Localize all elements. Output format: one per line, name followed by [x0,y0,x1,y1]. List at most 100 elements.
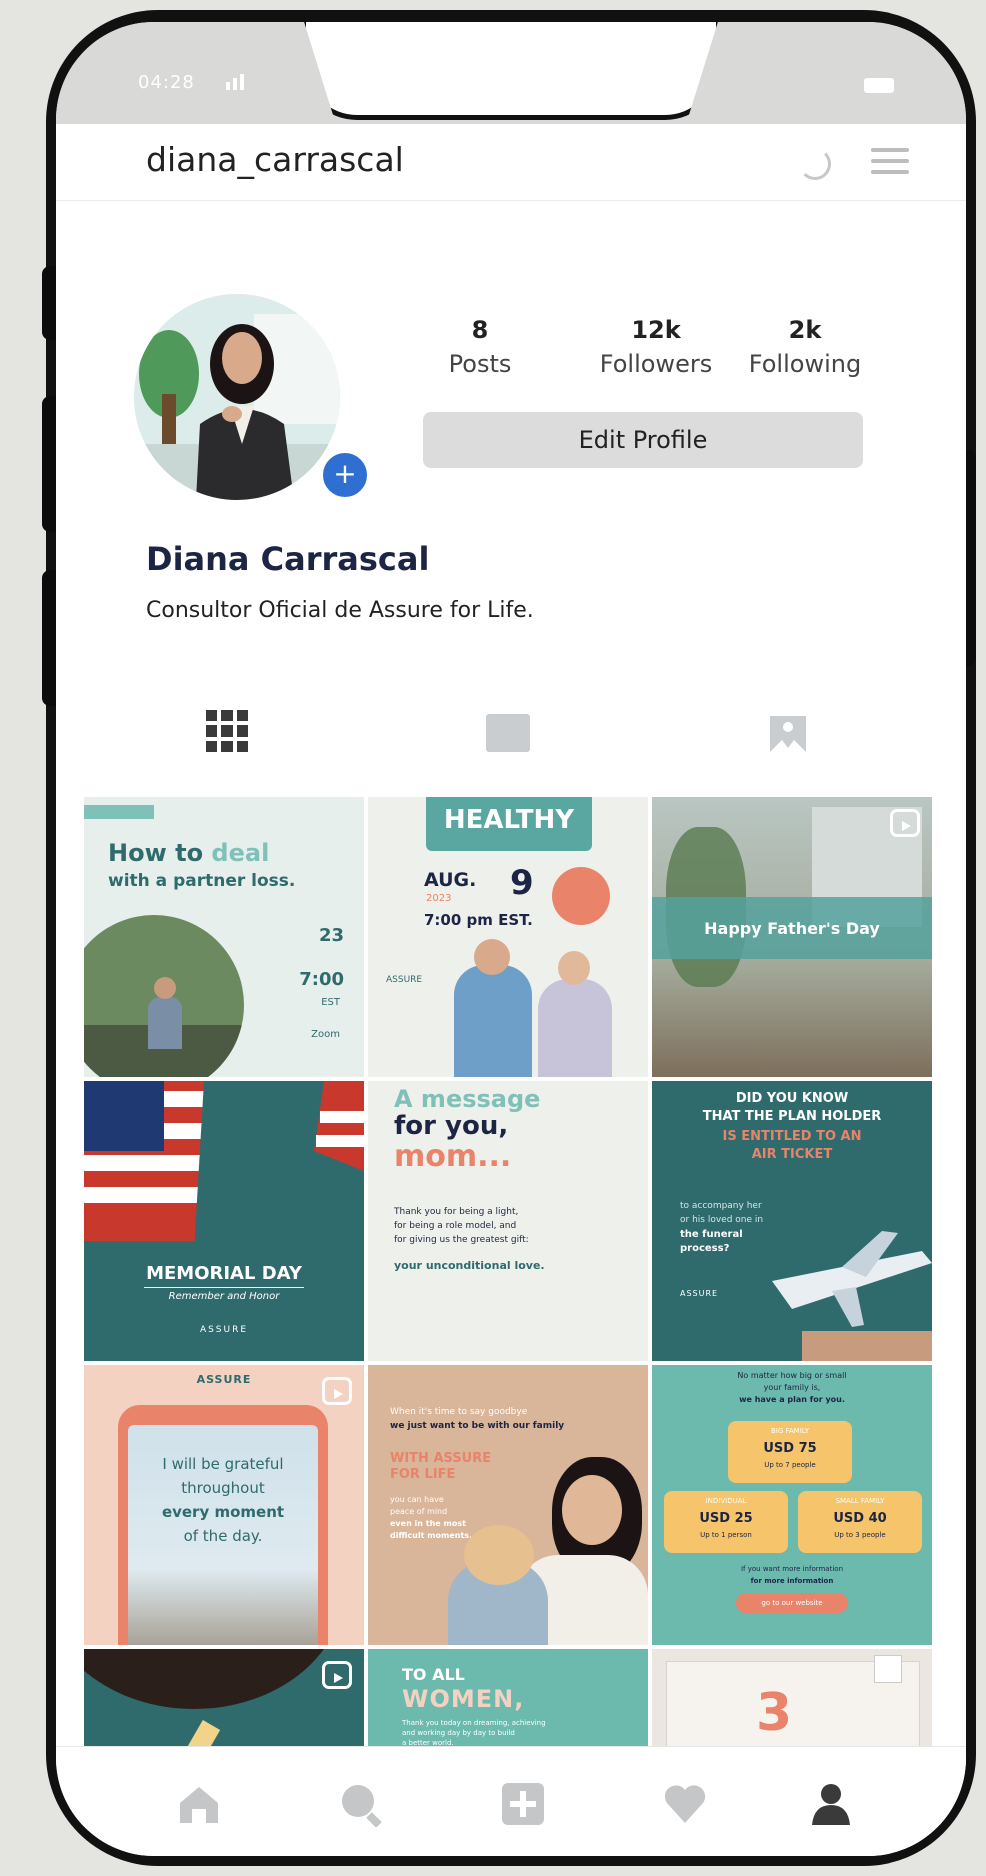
post-number: 3 [756,1683,793,1743]
post-person-face [562,1475,622,1545]
post-tag [84,805,154,819]
post-line2: we just want to be with our family [390,1421,565,1431]
post-brand: ASSURE [386,975,423,985]
post-zone: EST [321,997,340,1008]
notch [301,22,721,120]
plan-card-big-name: BIG FAMILY [770,1427,810,1435]
post-air-ticket[interactable]: DID YOU KNOW THAT THE PLAN HOLDER IS ENT… [652,1081,932,1361]
post-brand: ASSURE [199,1325,249,1335]
airplane-icon [772,1231,932,1361]
post-body4: difficult moments. [390,1531,473,1540]
post-time: 7:00 [299,969,344,990]
plan-card-individual-note: Up to 1 person [700,1531,752,1539]
post-child-head [464,1525,534,1585]
post-date: 23 [318,925,344,946]
post-title-part2: deal [211,839,270,867]
followers-count: 12k [631,316,681,344]
heart-icon[interactable] [662,1781,708,1827]
signal-icon [226,74,244,90]
posts-grid: How to deal with a partner loss. 23 7:00… [84,797,938,1856]
post-title: Happy Father's Day [704,919,880,938]
post-line2: WOMEN, [402,1685,525,1713]
menu-icon[interactable] [871,148,909,174]
battery-icon [864,78,894,93]
plan-card-big-note: Up to 7 people [764,1461,816,1469]
post-partner-loss[interactable]: How to deal with a partner loss. 23 7:00… [84,797,364,1077]
plan-card-small-note: Up to 3 people [834,1531,886,1539]
post-head3: we have a plan for you. [739,1395,845,1404]
post-foot1: If you want more information [740,1565,844,1573]
plan-card-individual-name: INDIVIDUAL [705,1497,747,1505]
post-divider [144,1287,304,1288]
post-highlight: your unconditional love. [394,1259,545,1272]
phone-screen: 04:28 diana_carrascal + 8 Posts 12k Foll… [56,22,966,1856]
post-body3: for giving us the greatest gift: [394,1235,529,1245]
posts-stat[interactable]: 8 Posts [430,316,530,378]
post-badge [552,867,610,925]
following-count: 2k [788,316,822,344]
add-post-icon[interactable] [500,1781,546,1827]
home-icon[interactable] [176,1781,222,1827]
post-body1: you can have [390,1495,444,1504]
edit-profile-button[interactable]: Edit Profile [423,412,863,468]
followers-label: Followers [599,350,713,378]
following-label: Following [748,350,862,378]
post-year: 2023 [426,893,452,904]
post-person-head-2 [558,951,590,985]
post-line1: I will be grateful [162,1455,284,1473]
post-goodbye[interactable]: When it's time to say goodbye we just wa… [368,1365,648,1645]
flag-illustration [84,1081,364,1271]
post-healthy-habits[interactable]: HEALTHY AUG. 2023 9 7:00 pm EST. ASSURE [368,797,648,1077]
add-story-button[interactable]: + [320,450,370,500]
following-stat[interactable]: 2k Following [740,316,870,378]
app-header: diana_carrascal [56,124,966,201]
post-title: MEMORIAL DAY [146,1263,302,1284]
post-fathers-day[interactable]: Happy Father's Day [652,797,932,1077]
post-body2: for being a role model, and [394,1221,517,1231]
post-subtitle: with a partner loss. [108,871,296,891]
post-body2: peace of mind [390,1507,448,1516]
posts-label: Posts [448,350,512,378]
profile-bio: Consultor Oficial de Assure for Life. [146,598,534,623]
post-line3: every moment [161,1503,285,1521]
display-name: Diana Carrascal [146,540,430,578]
post-line3: mom... [394,1139,512,1174]
bottom-nav [56,1746,966,1856]
post-title: How to deal [108,839,269,867]
post-person-head [474,939,510,975]
search-icon[interactable] [338,1781,384,1827]
post-memorial-day[interactable]: MEMORIAL DAY Remember and Honor ASSURE [84,1081,364,1361]
post-body1: Thank you for being a light, [394,1207,519,1217]
post-person-woman [538,979,612,1077]
posts-count: 8 [471,316,489,344]
post-line1: A message [394,1085,541,1113]
post-clip [874,1655,902,1683]
profile-tabs [56,694,966,774]
avatar[interactable] [134,294,340,500]
followers-stat[interactable]: 12k Followers [586,316,726,378]
plan-card-individual-price: USD 25 [699,1511,753,1526]
grid-tab-icon[interactable] [206,710,248,752]
post-day: 9 [510,863,534,903]
post-shape-dark [84,1649,344,1709]
post-title: HEALTHY [443,805,575,835]
post-body1: Thank you today on dreaming, achieving [402,1719,546,1727]
post-website-button: go to our website [736,1593,848,1613]
post-message-mom[interactable]: A message for you, mom... Thank you for … [368,1081,648,1361]
post-line4: of the day. [183,1527,263,1545]
post-platform: Zoom [311,1029,340,1040]
post-line1: When it's time to say goodbye [390,1407,528,1417]
reel-icon [322,1377,352,1405]
tagged-tab-icon[interactable] [766,712,810,754]
post-line2: throughout [181,1479,265,1497]
loading-icon[interactable] [799,148,831,180]
post-body3: even in the most [390,1519,466,1528]
plan-card-big-price: USD 75 [763,1441,817,1456]
post-line4: FOR LIFE [390,1467,456,1482]
reel-icon [890,809,920,837]
post-grateful[interactable]: ASSURE I will be grateful throughout eve… [84,1365,364,1645]
avatar-photo [134,294,340,500]
post-plans[interactable]: No matter how big or small your family i… [652,1365,932,1645]
profile-icon[interactable] [808,1781,854,1827]
feed-tab-icon[interactable] [486,714,530,752]
